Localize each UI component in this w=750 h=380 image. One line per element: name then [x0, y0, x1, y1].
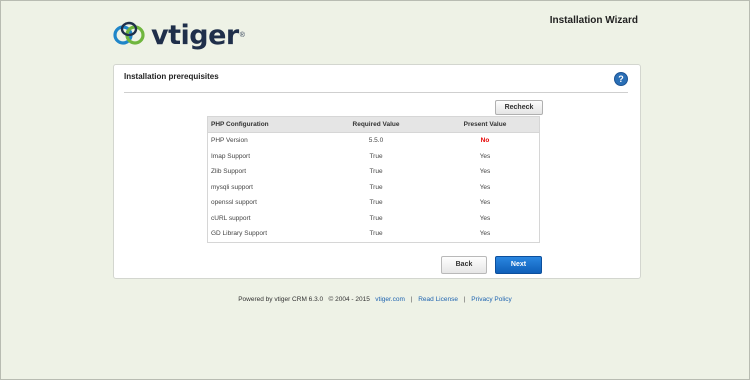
config-name: Imap Support [211, 152, 251, 160]
vtiger-logo: vtiger ® [113, 19, 245, 51]
present-value-failed: No [480, 137, 490, 145]
present-value: Yes [479, 183, 491, 191]
present-value: Yes [479, 152, 491, 160]
trademark-mark: ® [239, 31, 245, 39]
config-name: openssl support [211, 199, 257, 207]
present-value: Yes [479, 230, 491, 238]
config-name: cURL support [211, 214, 251, 222]
vtiger-logo-text: vtiger [151, 19, 239, 51]
footer-separator: | [410, 296, 413, 303]
page-title: Installation Wizard [549, 15, 638, 26]
column-header-php-configuration: PHP Configuration [207, 116, 321, 133]
recheck-button[interactable]: Recheck [495, 100, 543, 115]
vtiger-logo-icon [113, 21, 145, 45]
required-value: True [369, 199, 383, 207]
question-mark-icon[interactable]: ? [614, 72, 628, 86]
table-row: Zlib Support True Yes [208, 164, 540, 180]
copyright-text: © 2004 - 2015 [328, 296, 370, 303]
table-row: mysqli support True Yes [208, 180, 540, 196]
table-row: PHP Version 5.5.0 No [208, 133, 540, 149]
table-row: cURL support True Yes [208, 211, 540, 227]
table-header-row: PHP Configuration Required Value Present… [207, 116, 540, 133]
powered-by-text: Powered by vtiger CRM 6.3.0 [238, 296, 324, 303]
required-value: True [369, 183, 383, 191]
back-button[interactable]: Back [441, 256, 487, 274]
prerequisites-panel: Installation prerequisites ? Recheck PHP… [113, 64, 641, 279]
read-license-link[interactable]: Read License [418, 296, 458, 303]
config-name: PHP Version [211, 137, 248, 145]
table-row: Imap Support True Yes [208, 149, 540, 165]
panel-title: Installation prerequisites [124, 72, 219, 81]
footer-separator: | [463, 296, 466, 303]
installation-wizard-page: vtiger ® Installation Wizard Installatio… [1, 1, 749, 379]
config-name: GD Library Support [211, 230, 267, 238]
next-button[interactable]: Next [495, 256, 542, 274]
present-value: Yes [479, 199, 491, 207]
privacy-policy-link[interactable]: Privacy Policy [471, 296, 511, 303]
footer: Powered by vtiger CRM 6.3.0 © 2004 - 201… [1, 296, 749, 303]
required-value: True [369, 230, 383, 238]
required-value: True [369, 168, 383, 176]
panel-divider [124, 92, 628, 93]
vtiger-site-link[interactable]: vtiger.com [375, 296, 405, 303]
required-value: True [369, 214, 383, 222]
present-value: Yes [479, 214, 491, 222]
column-header-required-value: Required Value [321, 116, 431, 133]
column-header-present-value: Present Value [431, 116, 540, 133]
required-value: True [369, 152, 383, 160]
table-row: GD Library Support True Yes [208, 226, 540, 242]
config-name: mysqli support [211, 183, 253, 191]
required-value: 5.5.0 [368, 137, 384, 145]
present-value: Yes [479, 168, 491, 176]
prerequisites-table: PHP Configuration Required Value Present… [207, 116, 540, 243]
table-row: openssl support True Yes [208, 195, 540, 211]
config-name: Zlib Support [211, 168, 247, 176]
